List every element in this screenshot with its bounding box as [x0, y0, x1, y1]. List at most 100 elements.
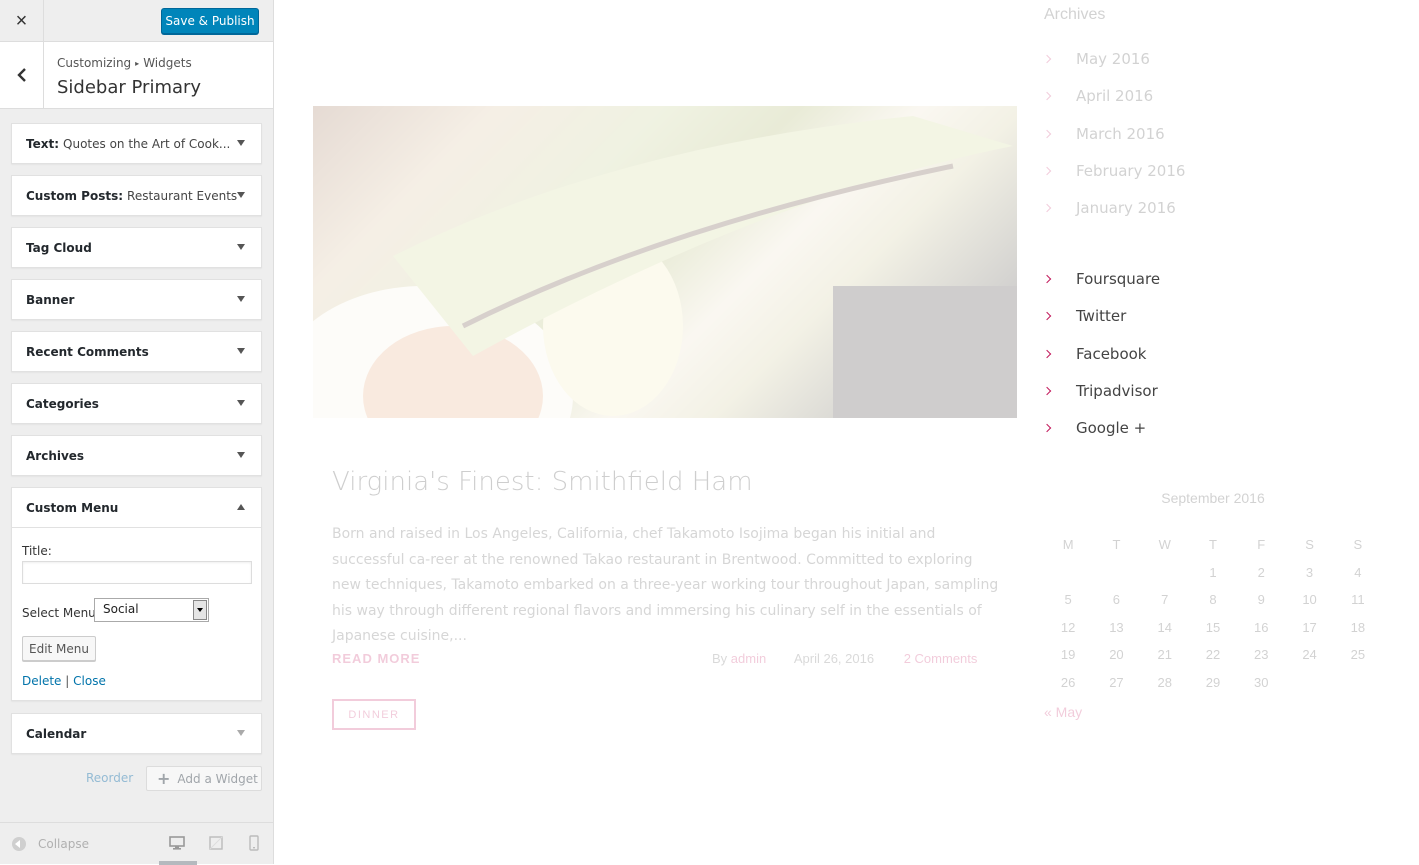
archive-item[interactable]: March 2016	[1042, 125, 1165, 143]
widget-header[interactable]: Text: Quotes on the Art of Cook...	[12, 124, 261, 163]
post-date: April 26, 2016	[793, 651, 875, 666]
sushi-image	[313, 116, 1017, 418]
tag-dinner-button[interactable]: DINNER	[332, 699, 416, 730]
social-menu-item[interactable]: Google +	[1042, 419, 1146, 437]
select-menu-label: Select Menu:	[22, 606, 100, 620]
expand-arrow-icon[interactable]	[237, 140, 245, 146]
expand-arrow-icon[interactable]	[237, 348, 245, 354]
breadcrumb: Customizing ▸ Widgets	[57, 56, 192, 70]
calendar-day: 11	[1351, 592, 1365, 607]
dropdown-arrow-icon[interactable]	[193, 600, 207, 620]
select-menu-dropdown[interactable]: Social	[94, 598, 209, 622]
edit-menu-button[interactable]: Edit Menu	[22, 636, 96, 661]
widget-actions: Delete | Close	[22, 674, 106, 688]
social-menu-label: Facebook	[1076, 345, 1147, 363]
calendar-day: 7	[1161, 592, 1169, 607]
tablet-preview-icon[interactable]	[208, 835, 224, 851]
author-link[interactable]: admin	[731, 651, 766, 666]
widget-calendar: Calendar	[11, 713, 262, 754]
social-menu-item[interactable]: Tripadvisor	[1042, 382, 1158, 400]
save-publish-button[interactable]: Save & Publish	[161, 8, 259, 34]
calendar-day: 22	[1205, 647, 1221, 662]
widget-header[interactable]: Categories	[12, 384, 261, 423]
widget-type: Recent Comments	[26, 344, 149, 359]
delete-link[interactable]: Delete	[22, 674, 61, 688]
expand-arrow-icon[interactable]	[237, 192, 245, 198]
widget-header[interactable]: Recent Comments	[12, 332, 261, 371]
calendar-day: 23	[1254, 647, 1269, 662]
widget-banner: Banner	[11, 279, 262, 320]
social-menu-item[interactable]: Twitter	[1042, 307, 1126, 325]
calendar-day: 10	[1302, 592, 1317, 607]
close-customizer-button[interactable]: ×	[0, 0, 44, 42]
calendar-day	[1141, 565, 1189, 593]
desktop-preview-icon[interactable]	[168, 835, 186, 851]
expand-arrow-icon[interactable]	[237, 296, 245, 302]
archive-item[interactable]: April 2016	[1042, 87, 1153, 105]
calendar-prev-link[interactable]: « May	[1044, 704, 1082, 720]
calendar-week: 19 20 21 22 23 24 25	[1044, 647, 1382, 675]
widget-type: Banner	[26, 292, 75, 307]
weekday: W	[1158, 537, 1171, 552]
widget-type: Custom Menu	[26, 500, 119, 515]
calendar-table: MTWTFSS 1234 5 6 7 8 9 10 11 12 13 14 15 16 17 18 19…	[1044, 537, 1382, 702]
calendar-day: 29	[1205, 674, 1221, 690]
breadcrumb-root: Customizing	[57, 56, 132, 70]
expand-arrow-icon[interactable]	[237, 400, 245, 406]
read-more-link[interactable]: READ MORE	[332, 651, 420, 666]
calendar-day: 12	[1060, 619, 1076, 635]
widget-type: Text:	[26, 136, 60, 151]
add-widget-label: Add a Widget	[177, 771, 258, 786]
widget-header[interactable]: Custom Posts: Restaurant Events	[12, 176, 261, 215]
calendar-day: 26	[1060, 674, 1076, 690]
collapse-label: Collapse	[38, 837, 89, 851]
chevron-right-icon	[1042, 423, 1052, 433]
archive-label: May 2016	[1076, 50, 1150, 68]
social-menu-item[interactable]: Foursquare	[1042, 270, 1160, 288]
social-menu-item[interactable]: Facebook	[1042, 345, 1147, 363]
action-divider: |	[65, 674, 70, 688]
post-featured-image	[313, 106, 1017, 418]
calendar-day: 6	[1112, 592, 1121, 607]
plus-icon: +	[157, 769, 171, 788]
expand-arrow-icon[interactable]	[237, 730, 245, 736]
calendar-caption: September 2016	[1161, 490, 1265, 506]
weekday: M	[1062, 537, 1074, 552]
calendar-day: 3	[1305, 564, 1314, 580]
calendar-week: 5 6 7 8 9 10 11	[1044, 592, 1382, 620]
collapse-arrow-icon[interactable]	[237, 504, 245, 510]
add-widget-button[interactable]: + Add a Widget	[146, 766, 262, 791]
chevron-right-icon	[1042, 166, 1052, 176]
title-input[interactable]	[22, 561, 252, 584]
chevron-right-icon	[1042, 203, 1052, 213]
reorder-button[interactable]: Reorder	[86, 771, 133, 785]
chevron-right-icon	[1042, 129, 1052, 139]
back-button[interactable]	[0, 42, 44, 108]
mobile-preview-icon[interactable]	[248, 835, 260, 851]
widget-header[interactable]: Archives	[12, 436, 261, 475]
close-link[interactable]: Close	[73, 674, 106, 688]
calendar-day: 24	[1302, 647, 1317, 662]
archive-item[interactable]: May 2016	[1042, 50, 1150, 68]
archive-item[interactable]: February 2016	[1042, 162, 1185, 180]
widget-tag-cloud: Tag Cloud	[11, 227, 262, 268]
widget-header[interactable]: Custom Menu	[12, 488, 261, 527]
chevron-right-icon	[1042, 311, 1052, 321]
calendar-day: 25	[1350, 647, 1366, 662]
widget-header[interactable]: Calendar	[12, 714, 261, 753]
calendar-day: 9	[1257, 592, 1265, 607]
post-meta: By admin April 26, 2016 2 Comments	[712, 651, 977, 666]
calendar-day: 20	[1109, 647, 1124, 662]
comments-link[interactable]: 2 Comments	[904, 651, 978, 666]
widget-header[interactable]: Banner	[12, 280, 261, 319]
archive-item[interactable]: January 2016	[1042, 199, 1176, 217]
calendar-day: 21	[1157, 647, 1172, 662]
expand-arrow-icon[interactable]	[237, 244, 245, 250]
post-title[interactable]: Virginia's Finest: Smithfield Ham	[332, 467, 753, 497]
expand-arrow-icon[interactable]	[237, 452, 245, 458]
widget-header[interactable]: Tag Cloud	[12, 228, 261, 267]
widget-title: Restaurant Events	[127, 188, 238, 203]
calendar-day: 5	[1064, 592, 1072, 607]
archive-label: March 2016	[1076, 125, 1165, 143]
collapse-button[interactable]: Collapse	[12, 837, 89, 851]
